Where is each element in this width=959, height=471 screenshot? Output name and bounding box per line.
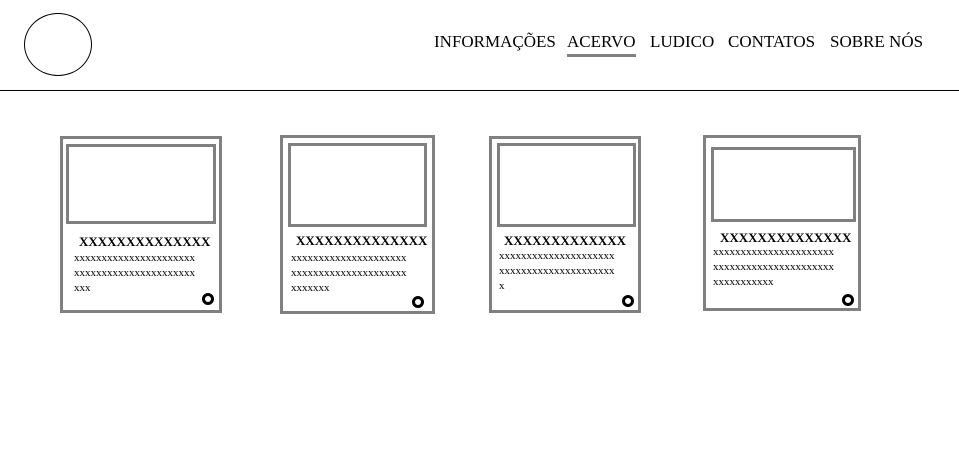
collection-card[interactable]: XXXXXXXXXXXXXX xxxxxxxxxxxxxxxxxxxxxx xx… <box>703 135 861 311</box>
card-text-line: xxxxxxxxxxxxxxxxxxxxx <box>291 267 407 279</box>
card-text-line: xxx <box>74 282 91 294</box>
card-image-placeholder <box>711 147 856 222</box>
nav-item-informacoes[interactable]: INFORMAÇÕES <box>434 32 556 52</box>
card-text-line: xxxxxxxxxxxxxxxxxxxxx <box>291 252 407 264</box>
nav-item-acervo[interactable]: ACERVO <box>567 32 636 57</box>
card-text-line: xxxxxxxxxxxxxxxxxxxxxx <box>713 261 834 273</box>
card-text-line: xxxxxxxxxxxxxxxxxxxxxx <box>74 267 195 279</box>
header-divider <box>0 90 959 91</box>
card-title: XXXXXXXXXXXXXX <box>79 234 211 249</box>
card-radio-button[interactable] <box>622 295 634 307</box>
card-text-line: xxxxxxxxxxxxxxxxxxxxxx <box>74 252 195 264</box>
card-text-line: xxxxxxxxxxxxxxxxxxxxx <box>499 250 615 262</box>
nav-item-ludico[interactable]: LUDICO <box>650 32 714 52</box>
card-text-line: xxxxxxxxxxx <box>713 276 774 288</box>
collection-card[interactable]: XXXXXXXXXXXXX xxxxxxxxxxxxxxxxxxxxx xxxx… <box>489 136 641 313</box>
nav-item-sobre-nos[interactable]: SOBRE NÓS <box>830 32 923 52</box>
card-text-line: xxxxxxxxxxxxxxxxxxxxx <box>499 265 615 277</box>
collection-card[interactable]: XXXXXXXXXXXXXX xxxxxxxxxxxxxxxxxxxxxx xx… <box>60 136 222 313</box>
card-title: XXXXXXXXXXXXX <box>504 233 627 248</box>
card-title: XXXXXXXXXXXXXX <box>720 230 852 245</box>
card-description: xxxxxxxxxxxxxxxxxxxxx xxxxxxxxxxxxxxxxxx… <box>291 251 431 296</box>
card-description: xxxxxxxxxxxxxxxxxxxxx xxxxxxxxxxxxxxxxxx… <box>499 249 637 294</box>
collection-card[interactable]: XXXXXXXXXXXXXX xxxxxxxxxxxxxxxxxxxxx xxx… <box>280 135 435 314</box>
card-image-placeholder <box>288 143 427 227</box>
card-radio-button[interactable] <box>412 296 424 308</box>
nav-item-contatos[interactable]: CONTATOS <box>728 32 815 52</box>
card-radio-button[interactable] <box>202 293 214 305</box>
card-description: xxxxxxxxxxxxxxxxxxxxxx xxxxxxxxxxxxxxxxx… <box>713 245 858 290</box>
card-image-placeholder <box>497 143 636 227</box>
card-image-placeholder <box>66 144 216 224</box>
card-text-line: xxxxxxx <box>291 282 330 294</box>
card-text-line: x <box>499 280 505 292</box>
card-text-line: xxxxxxxxxxxxxxxxxxxxxx <box>713 246 834 258</box>
card-description: xxxxxxxxxxxxxxxxxxxxxx xxxxxxxxxxxxxxxxx… <box>74 251 219 296</box>
logo-placeholder[interactable] <box>24 13 92 76</box>
card-radio-button[interactable] <box>842 294 854 306</box>
card-title: XXXXXXXXXXXXXX <box>296 233 428 248</box>
